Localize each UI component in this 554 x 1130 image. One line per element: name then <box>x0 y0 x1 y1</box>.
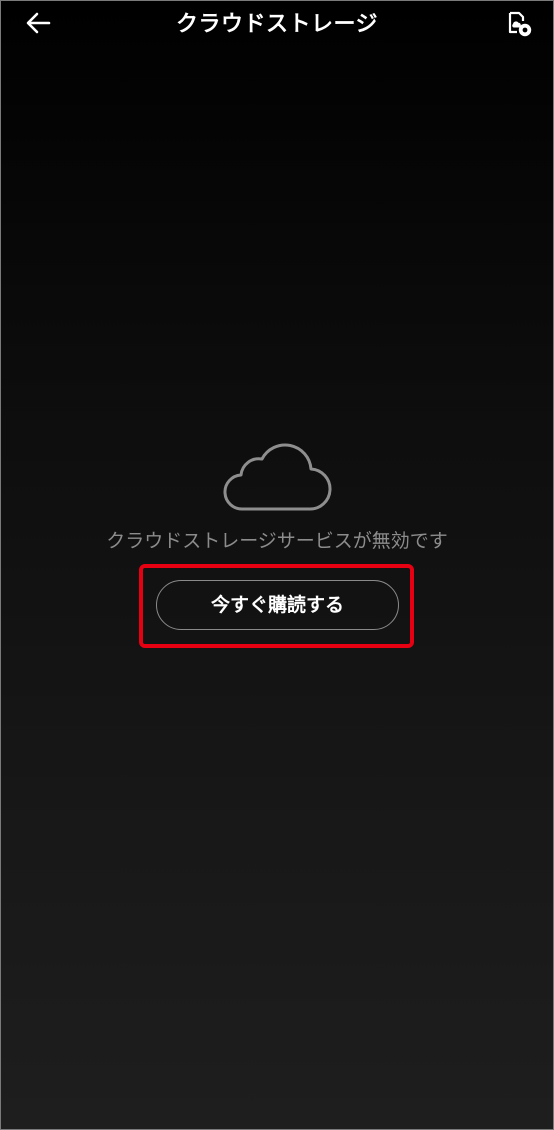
top-bar: クラウドストレージ <box>1 1 553 49</box>
arrow-left-icon <box>25 11 51 39</box>
subscribe-now-button[interactable]: 今すぐ購読する <box>156 580 399 630</box>
cloud-outline-icon <box>221 435 333 515</box>
cloud-settings-icon <box>506 10 534 42</box>
back-button[interactable] <box>21 9 55 41</box>
cloud-settings-button[interactable] <box>505 11 535 41</box>
service-disabled-message: クラウドストレージサービスが無効です <box>106 530 448 552</box>
page-title: クラウドストレージ <box>175 12 379 37</box>
cloud-storage-screen: クラウドストレージ クラウドストレージサービスが無効です 今すぐ購読する <box>0 0 554 1130</box>
